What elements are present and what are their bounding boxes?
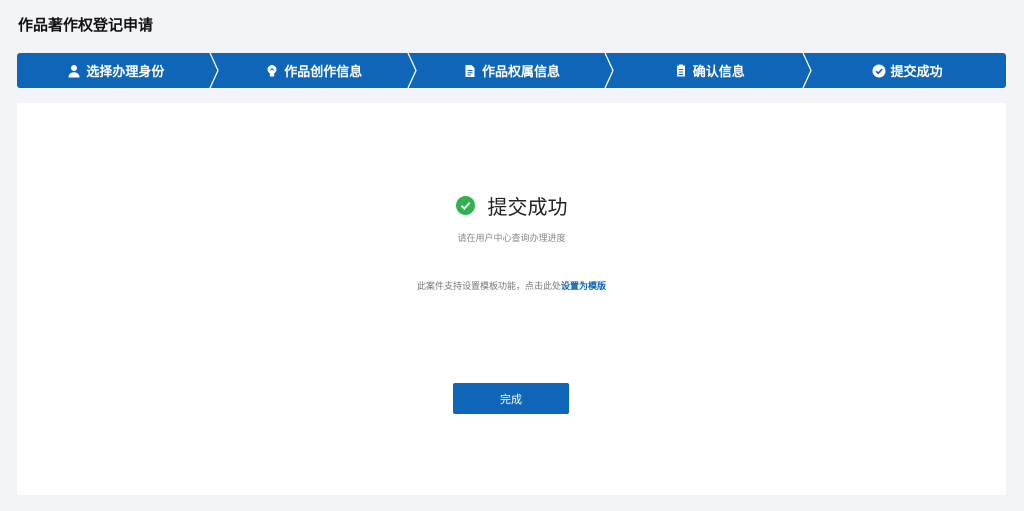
- success-check-icon: [455, 196, 475, 215]
- template-note-text: 此案件支持设置模板功能，点击此处: [416, 282, 561, 292]
- step-label: 提交成功: [890, 65, 943, 80]
- check-circle-icon: [872, 64, 886, 78]
- confirm-document-icon: [674, 64, 688, 78]
- step-separator: [405, 53, 419, 88]
- step-progress-bar: 选择办理身份 作品创作信息 作品权属信息 确认信息 提交成功: [17, 53, 1006, 88]
- user-icon: [67, 64, 81, 78]
- result-card: 提交成功 请在用户中心查询办理进度 此案件支持设置模板功能，点击此处设置为模版 …: [17, 103, 1006, 495]
- document-icon: [463, 64, 477, 78]
- result-subtitle: 请在用户中心查询办理进度: [457, 234, 566, 244]
- step-separator: [207, 53, 221, 88]
- step-creation-info[interactable]: 作品创作信息: [215, 53, 417, 88]
- result-title-row: 提交成功: [17, 191, 1006, 220]
- page-title: 作品著作权登记申请: [18, 16, 154, 34]
- step-confirm-info[interactable]: 确认信息: [610, 53, 812, 88]
- lightbulb-icon: [265, 64, 279, 78]
- step-label: 作品权属信息: [481, 65, 560, 80]
- step-submit-success[interactable]: 提交成功: [808, 53, 1006, 88]
- step-label: 作品创作信息: [284, 65, 363, 80]
- template-note: 此案件支持设置模板功能，点击此处设置为模版: [17, 279, 1006, 292]
- step-label: 选择办理身份: [86, 65, 165, 80]
- step-select-identity[interactable]: 选择办理身份: [17, 53, 219, 88]
- step-label: 确认信息: [692, 65, 745, 80]
- result-title: 提交成功: [487, 195, 568, 219]
- step-separator: [800, 53, 814, 88]
- done-button[interactable]: 完成: [453, 383, 569, 414]
- step-ownership-info[interactable]: 作品权属信息: [413, 53, 615, 88]
- set-template-link[interactable]: 设置为模版: [561, 282, 606, 292]
- step-separator: [602, 53, 616, 88]
